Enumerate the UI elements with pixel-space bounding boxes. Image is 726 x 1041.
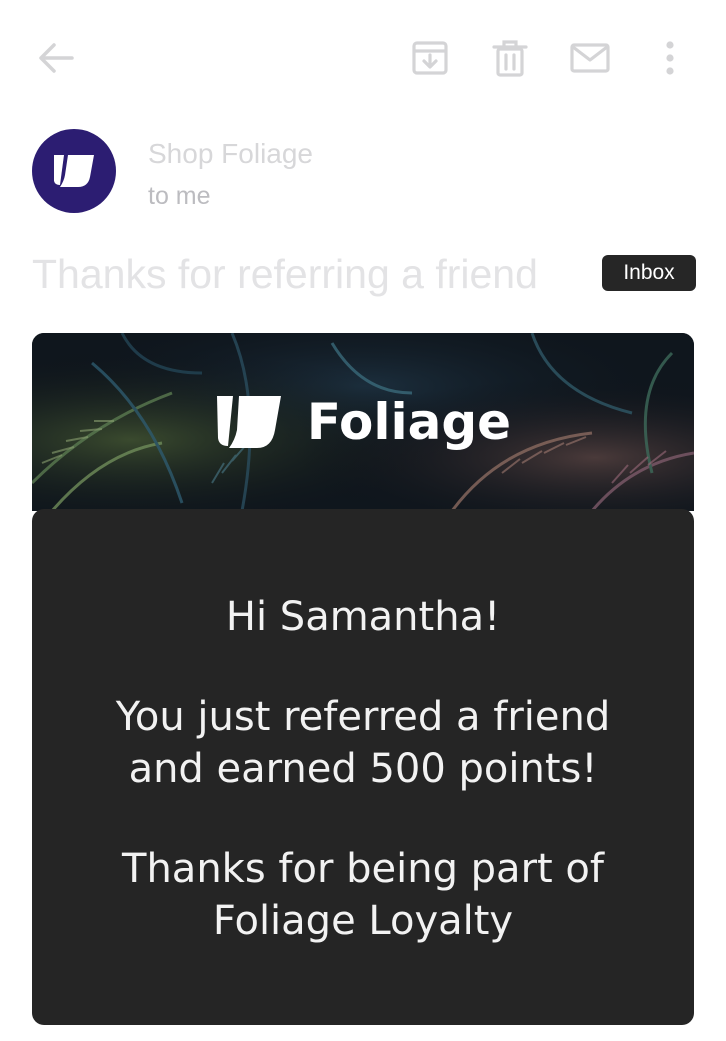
email-body-card: Hi Samantha! You just referred a friend …	[32, 509, 694, 1025]
inbox-label-badge[interactable]: Inbox	[602, 255, 696, 291]
archive-icon	[412, 41, 448, 75]
sender-name[interactable]: Shop Foliage	[148, 136, 313, 172]
delete-button[interactable]	[486, 34, 534, 82]
sender-avatar[interactable]	[32, 129, 116, 213]
top-toolbar	[0, 0, 726, 115]
brand-lockup: Foliage	[32, 333, 694, 511]
message-line: You just referred a friend	[115, 694, 611, 740]
archive-button[interactable]	[406, 34, 454, 82]
recipient-label[interactable]: to me	[148, 180, 211, 212]
message-line: and earned 500 points!	[128, 746, 598, 792]
more-vertical-icon	[666, 41, 674, 75]
email-subject: Thanks for referring a friend	[32, 251, 538, 297]
mark-unread-button[interactable]	[566, 34, 614, 82]
arrow-left-icon	[39, 43, 74, 73]
greeting-text: Hi Samantha!	[225, 594, 501, 640]
foliage-logo-icon	[216, 396, 281, 448]
brand-name: Foliage	[306, 393, 512, 451]
foliage-logo-icon	[54, 155, 94, 187]
mail-icon	[570, 43, 610, 73]
trash-icon	[492, 40, 528, 77]
back-button[interactable]	[32, 36, 80, 80]
foliage-banner: Foliage	[32, 333, 694, 511]
message-line: Foliage Loyalty	[212, 898, 514, 944]
more-options-button[interactable]	[652, 34, 688, 82]
message-line: Thanks for being part of	[122, 846, 604, 892]
email-screen: Shop Foliage to me Thanks for referring …	[0, 0, 726, 1041]
